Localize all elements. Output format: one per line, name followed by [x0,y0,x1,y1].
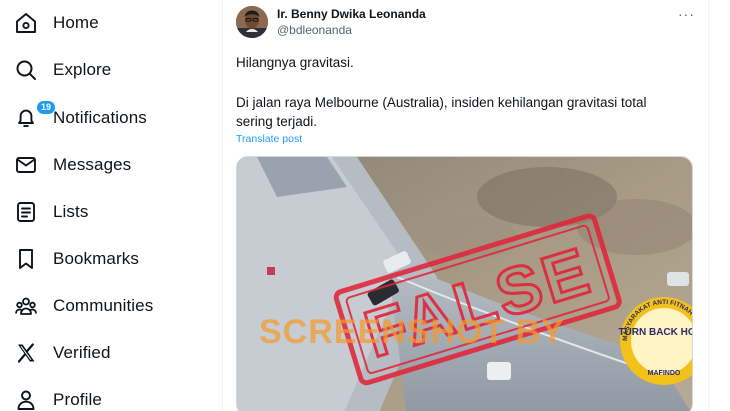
sidebar-item-lists[interactable]: Lists [14,194,88,230]
sidebar-item-label: Lists [53,202,89,221]
sidebar-item-label: Notifications [53,108,147,127]
sidebar-item-explore[interactable]: Explore [14,52,111,88]
watermark-text: SCREENSHOT BY [259,313,565,351]
notification-badge: 19 [36,100,57,115]
list-icon [14,200,38,224]
sidebar-item-label: Explore [53,60,112,79]
author-handle[interactable]: @bdleonanda [277,23,352,37]
sidebar-item-profile[interactable]: Profile [14,382,102,411]
search-icon [14,58,38,82]
sidebar-nav: Home Explore 19 Notifications Messages L… [0,0,222,411]
person-icon [14,388,38,411]
sidebar-item-label: Home [53,13,99,32]
sidebar-item-messages[interactable]: Messages [14,147,131,183]
sidebar-item-notifications[interactable]: 19 Notifications [14,100,147,136]
sidebar-item-communities[interactable]: Communities [14,288,153,324]
bookmark-icon [14,247,38,271]
bell-icon: 19 [14,100,57,130]
translate-post-link[interactable]: Translate post [236,133,302,145]
more-options-button[interactable]: ··· [678,6,695,22]
sidebar-item-label: Bookmarks [53,249,139,268]
x-logo-icon [14,341,38,365]
seal-bottom-text: MAFINDO [648,370,681,377]
seal-text: TURN BACK HOAX [618,327,693,338]
envelope-icon [14,153,38,177]
sidebar-item-verified[interactable]: Verified [14,335,111,371]
post-text-paragraph: Di jalan raya Melbourne (Australia), ins… [236,95,647,129]
home-icon [14,11,38,35]
post: Ir. Benny Dwika Leonanda @bdleonanda ···… [223,0,708,411]
sidebar-item-label: Profile [53,390,102,409]
sidebar-item-bookmarks[interactable]: Bookmarks [14,241,139,277]
post-media-image[interactable]: FALSE SCREENSHOT BY MASYARAKAT ANTI FITN… [236,156,693,411]
people-icon [14,294,38,318]
column-divider [708,0,709,411]
sidebar-item-label: Communities [53,296,154,315]
sidebar-item-home[interactable]: Home [14,5,99,41]
sidebar-item-label: Messages [53,155,132,174]
avatar[interactable] [236,6,268,38]
author-name[interactable]: Ir. Benny Dwika Leonanda [277,7,426,21]
post-text-line: Hilangnya gravitasi. [236,55,354,70]
sidebar-item-label: Verified [53,343,111,362]
